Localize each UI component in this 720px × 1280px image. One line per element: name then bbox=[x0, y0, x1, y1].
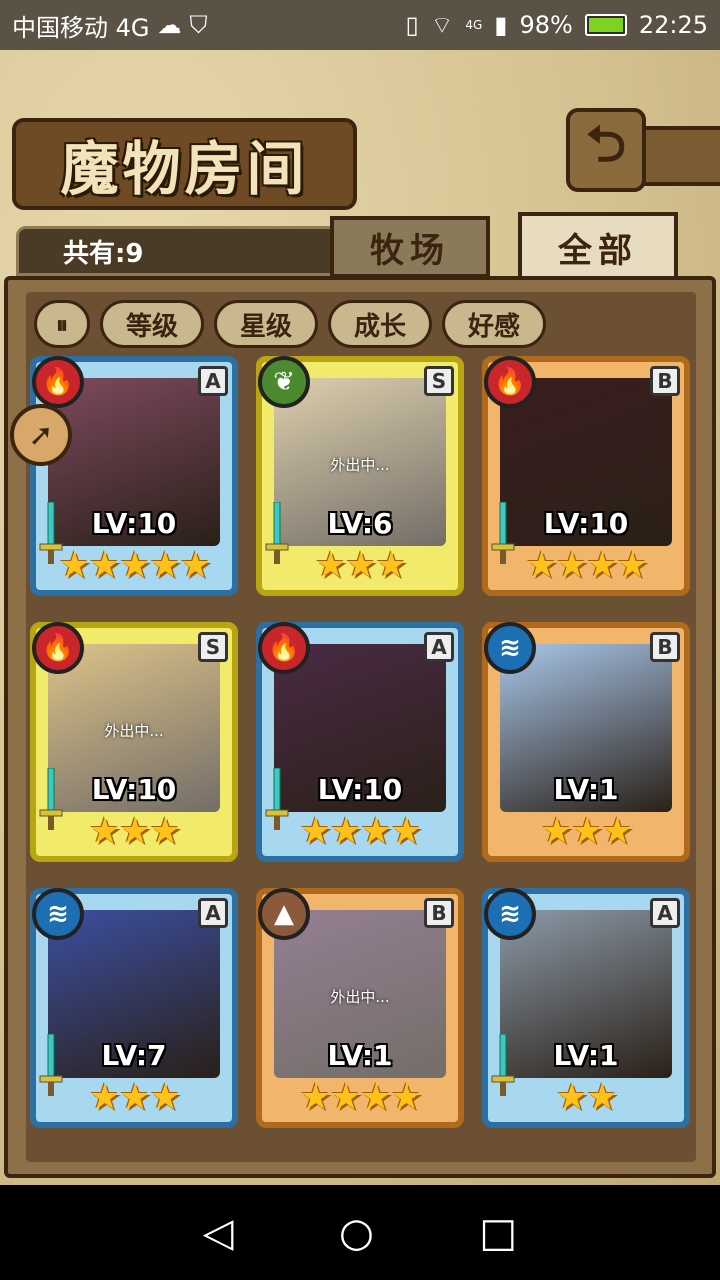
clock: 22:25 bbox=[638, 11, 708, 39]
battery-icon bbox=[584, 14, 627, 36]
grade-badge: B bbox=[650, 366, 680, 396]
vibrate-icon: ▯ bbox=[405, 11, 419, 39]
tab-all[interactable]: 全部 bbox=[518, 212, 678, 282]
level-label: LV:10 bbox=[317, 773, 403, 806]
sort-order-button[interactable]: ⏸ bbox=[34, 300, 90, 348]
title-plate: 魔物房间 bbox=[12, 118, 357, 210]
element-fire-icon: 🔥 bbox=[32, 622, 84, 674]
nav-back-icon[interactable]: ◁ bbox=[203, 1210, 234, 1256]
monster-card[interactable]: 🔥 A LV:10 ★★★★★ bbox=[30, 356, 238, 596]
tab-ranch-label: 牧场 bbox=[370, 230, 450, 271]
grade-badge: S bbox=[424, 366, 454, 396]
grade-badge: S bbox=[198, 632, 228, 662]
monster-card[interactable]: ≋ B LV:1 ★★★ bbox=[482, 622, 690, 862]
count-label: 共有:9 bbox=[63, 238, 144, 269]
star-rating: ★★★★★ bbox=[58, 545, 211, 586]
sort-icon: ⏸ bbox=[56, 309, 68, 339]
grade-badge: A bbox=[424, 632, 454, 662]
star-rating: ★★★★ bbox=[525, 545, 648, 586]
android-nav-bar: ◁ ○ □ bbox=[0, 1185, 720, 1280]
element-water-icon: ≋ bbox=[484, 622, 536, 674]
level-label: LV:10 bbox=[91, 773, 177, 806]
nav-recents-icon[interactable]: □ bbox=[479, 1210, 517, 1256]
tab-all-label: 全部 bbox=[558, 230, 638, 271]
network-label: 4G bbox=[465, 18, 483, 32]
nav-home-icon[interactable]: ○ bbox=[339, 1210, 374, 1256]
star-rating: ★★★★ bbox=[299, 1077, 422, 1118]
level-label: LV:7 bbox=[101, 1039, 167, 1072]
side-toggle-button[interactable]: ➚ bbox=[10, 404, 72, 466]
filter-stars-label: 星级 bbox=[239, 311, 292, 342]
monster-room-screen: 魔物房间 ⮌ 共有:9 牧场 全部 ⏸ 等级 星级 成长 好感 ➚ 🔥 A LV… bbox=[0, 50, 720, 1185]
filter-level-button[interactable]: 等级 bbox=[100, 300, 204, 348]
monster-card[interactable]: ≋ A LV:1 ★★ bbox=[482, 888, 690, 1128]
monster-card[interactable]: 🔥 A LV:10 ★★★★ bbox=[256, 622, 464, 862]
status-bar: 中国移动 4G ☁ ⛉ ▯ ⌔ 4G ▮ 98% 22:25 bbox=[0, 0, 720, 50]
level-label: LV:10 bbox=[91, 507, 177, 540]
wifi-icon: ⌔ bbox=[430, 11, 454, 39]
element-water-icon: ≋ bbox=[32, 888, 84, 940]
away-status: 外出中... bbox=[330, 456, 390, 474]
monster-card[interactable]: 外出中... ▲ B LV:1 ★★★★ bbox=[256, 888, 464, 1128]
monster-card[interactable]: ≋ A LV:7 ★★★ bbox=[30, 888, 238, 1128]
element-fire-icon: 🔥 bbox=[258, 622, 310, 674]
filter-affinity-label: 好感 bbox=[467, 311, 520, 342]
star-rating: ★★★ bbox=[540, 811, 634, 852]
level-label: LV:1 bbox=[327, 1039, 393, 1072]
monster-grid: 🔥 A LV:10 ★★★★★ 外出中... ❦ S LV:6 ★★★ 🔥 B L… bbox=[30, 356, 690, 1128]
star-rating: ★★★ bbox=[314, 545, 408, 586]
battery-percent: 98% bbox=[519, 11, 573, 39]
away-status: 外出中... bbox=[104, 722, 164, 740]
element-fire-icon: 🔥 bbox=[484, 356, 536, 408]
level-label: LV:1 bbox=[553, 773, 619, 806]
grade-badge: A bbox=[198, 898, 228, 928]
arrow-icon: ➚ bbox=[28, 417, 54, 453]
page-title: 魔物房间 bbox=[60, 135, 309, 203]
filter-stars-button[interactable]: 星级 bbox=[214, 300, 318, 348]
monster-card[interactable]: 🔥 B LV:10 ★★★★ bbox=[482, 356, 690, 596]
tab-ranch[interactable]: 牧场 bbox=[330, 216, 490, 278]
element-fire-icon: 🔥 bbox=[32, 356, 84, 408]
level-label: LV:6 bbox=[327, 507, 393, 540]
element-grass-icon: ❦ bbox=[258, 356, 310, 408]
signal-icon: ▮ bbox=[494, 11, 508, 39]
grade-badge: B bbox=[424, 898, 454, 928]
back-arrow-icon: ⮌ bbox=[585, 114, 627, 173]
grade-badge: B bbox=[650, 632, 680, 662]
filter-growth-label: 成长 bbox=[353, 311, 406, 342]
star-rating: ★★★★ bbox=[299, 811, 422, 852]
filter-level-label: 等级 bbox=[125, 311, 178, 342]
filter-bar: ⏸ 等级 星级 成长 好感 bbox=[34, 300, 546, 348]
monster-count: 共有:9 bbox=[16, 226, 346, 276]
carrier-label: 中国移动 4G bbox=[12, 13, 150, 42]
away-status: 外出中... bbox=[330, 988, 390, 1006]
star-rating: ★★★ bbox=[88, 811, 182, 852]
grade-badge: A bbox=[650, 898, 680, 928]
monster-card[interactable]: 外出中... ❦ S LV:6 ★★★ bbox=[256, 356, 464, 596]
back-button[interactable]: ⮌ bbox=[566, 108, 646, 192]
level-label: LV:10 bbox=[543, 507, 629, 540]
star-rating: ★★ bbox=[555, 1077, 619, 1118]
monster-card[interactable]: 外出中... 🔥 S LV:10 ★★★ bbox=[30, 622, 238, 862]
element-earth-icon: ▲ bbox=[258, 888, 310, 940]
filter-growth-button[interactable]: 成长 bbox=[328, 300, 432, 348]
level-label: LV:1 bbox=[553, 1039, 619, 1072]
back-button-rail bbox=[640, 126, 720, 186]
shield-icon: ⛉ bbox=[189, 11, 208, 39]
filter-affinity-button[interactable]: 好感 bbox=[442, 300, 546, 348]
cloud-icon: ☁ bbox=[157, 11, 182, 39]
element-water-icon: ≋ bbox=[484, 888, 536, 940]
star-rating: ★★★ bbox=[88, 1077, 182, 1118]
grade-badge: A bbox=[198, 366, 228, 396]
